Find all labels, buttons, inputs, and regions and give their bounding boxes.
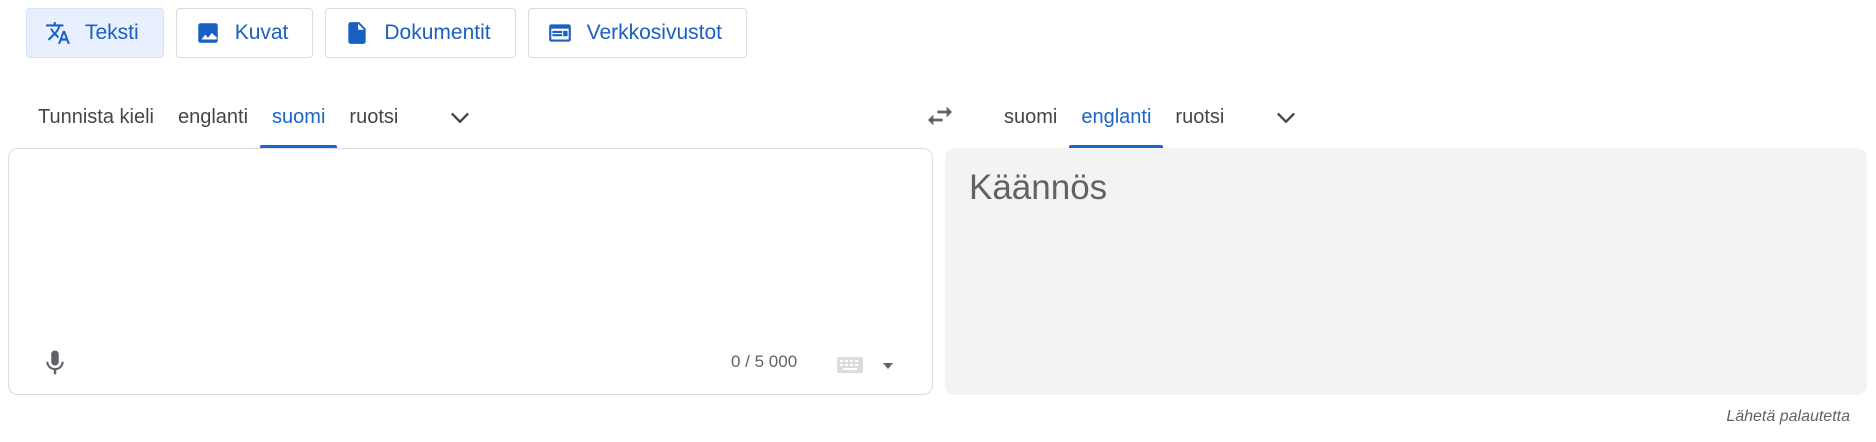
website-icon	[547, 20, 573, 46]
source-language-bar: Tunnista kieli englanti suomi ruotsi	[26, 86, 484, 148]
keyboard-icon[interactable]	[836, 355, 864, 375]
microphone-icon	[46, 350, 64, 375]
mode-documents-button[interactable]: Dokumentit	[325, 8, 516, 58]
mode-selector: Teksti Kuvat Dokumentit Verkkosivustot	[26, 8, 748, 58]
target-language-bar: suomi englanti ruotsi	[992, 86, 1310, 148]
mode-documents-label: Dokumentit	[384, 21, 491, 44]
document-icon	[344, 20, 370, 46]
target-lang-more-button[interactable]	[1262, 86, 1310, 148]
source-lang-finnish[interactable]: suomi	[260, 86, 338, 148]
translate-app: Teksti Kuvat Dokumentit Verkkosivustot T…	[0, 0, 1876, 442]
source-panel: 0 / 5 000	[8, 148, 933, 395]
mode-websites-button[interactable]: Verkkosivustot	[527, 8, 748, 58]
source-lang-swedish[interactable]: ruotsi	[337, 86, 410, 148]
mode-websites-label: Verkkosivustot	[586, 21, 723, 44]
chevron-down-icon	[451, 112, 470, 124]
translation-placeholder: Käännös	[969, 168, 1108, 207]
chevron-down-icon	[1277, 112, 1296, 124]
translate-icon	[45, 20, 71, 46]
source-lang-more-button[interactable]	[436, 86, 484, 148]
swap-icon	[928, 106, 952, 126]
target-lang-swedish[interactable]: ruotsi	[1163, 86, 1236, 148]
voice-input-button[interactable]	[35, 343, 75, 383]
target-lang-finnish[interactable]: suomi	[992, 86, 1069, 148]
mode-images-label: Kuvat	[234, 21, 289, 44]
character-counter: 0 / 5 000	[731, 352, 798, 371]
target-lang-english[interactable]: englanti	[1069, 86, 1164, 148]
source-lang-english[interactable]: englanti	[166, 86, 260, 148]
swap-languages-button[interactable]	[918, 94, 962, 138]
image-icon	[195, 20, 221, 46]
mode-images-button[interactable]: Kuvat	[175, 8, 314, 58]
input-tools-dropdown-icon[interactable]	[879, 357, 897, 375]
mode-text-label: Teksti	[85, 21, 139, 44]
source-text-input[interactable]	[31, 169, 895, 323]
translation-panel: Käännös	[945, 148, 1867, 395]
mode-text-button[interactable]: Teksti	[26, 8, 164, 58]
send-feedback-link[interactable]: Lähetä palautetta	[1726, 408, 1850, 426]
source-lang-detect[interactable]: Tunnista kieli	[26, 86, 166, 148]
